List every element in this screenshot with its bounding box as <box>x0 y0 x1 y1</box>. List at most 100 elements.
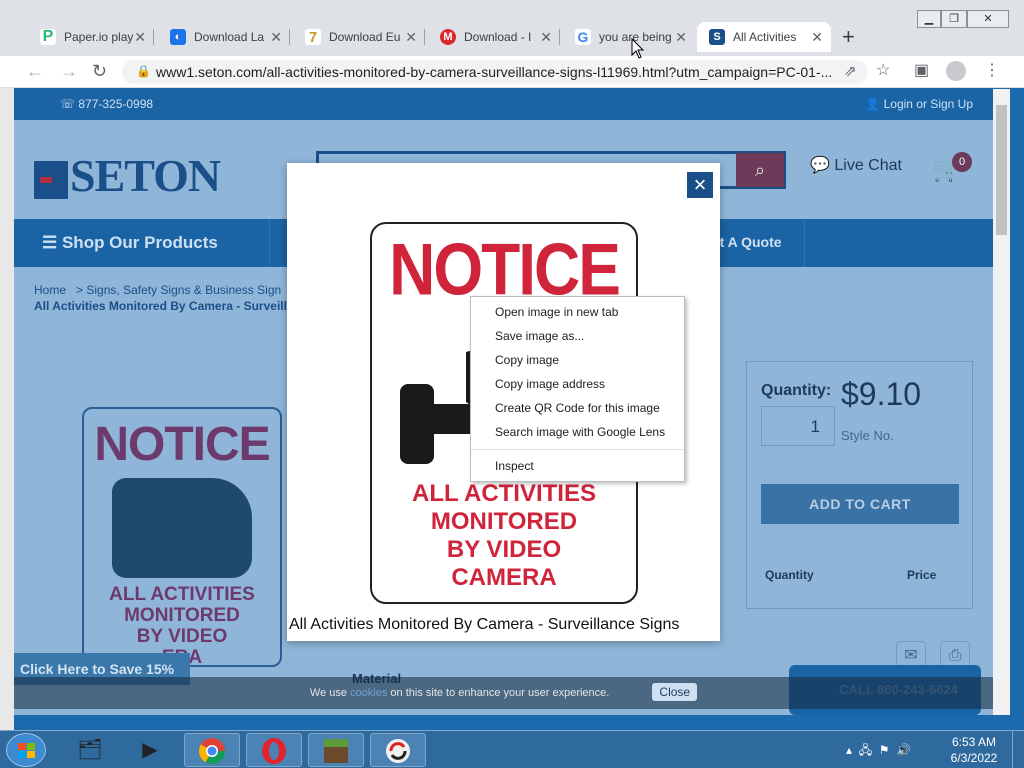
explorer-taskbar-icon[interactable]: 🗂 <box>62 733 118 767</box>
shop-products-menu[interactable]: ☰ Shop Our Products <box>42 233 218 253</box>
start-button[interactable] <box>6 733 46 767</box>
breadcrumb-current: All Activities Monitored By Camera - Sur… <box>34 299 287 313</box>
page-scrollbar[interactable] <box>993 89 1010 715</box>
chrome-icon <box>198 738 226 765</box>
table-header-price: Price <box>907 568 937 582</box>
clock-time: 6:53 AM <box>951 735 997 749</box>
purchase-panel: Quantity: $9.10 1 Style No. ADD TO CART … <box>746 361 973 609</box>
close-tab-icon[interactable]: ✕ <box>811 29 823 46</box>
menu-item-inspect[interactable]: Inspect <box>471 454 684 478</box>
quantity-label: Quantity: <box>761 382 832 399</box>
live-chat-label: Live Chat <box>834 157 902 174</box>
side-panel-icon[interactable]: ▣ <box>914 62 929 80</box>
search-icon: ⌕ <box>754 160 766 180</box>
forward-icon[interactable]: → <box>60 62 78 80</box>
close-tab-icon[interactable]: ✕ <box>134 29 146 46</box>
site-topbar: ☏ 877-325-0998 👤 Login or Sign Up <box>14 89 993 120</box>
media-player-taskbar-icon[interactable]: ▶ <box>122 733 178 767</box>
lightbox-close-button[interactable]: × <box>686 171 714 199</box>
tab-all-activities[interactable]: S All Activities ✕ <box>697 22 831 52</box>
live-chat-link[interactable]: 💬 Live Chat <box>810 155 902 175</box>
close-window-button[interactable]: ✕ <box>967 10 1009 28</box>
close-tab-icon[interactable]: ✕ <box>675 29 687 46</box>
breadcrumb-separator: > <box>76 283 84 297</box>
menu-kebab-icon[interactable]: ⋮ <box>984 62 1000 80</box>
search-button[interactable]: ⌕ <box>736 153 784 187</box>
menu-item-google-lens[interactable]: Search image with Google Lens <box>471 420 684 444</box>
logo-mark <box>34 161 68 200</box>
cookie-close-button[interactable]: Close <box>652 683 698 701</box>
product-image[interactable]: NOTICE ALL ACTIVITIES MONITORED BY VIDEO… <box>82 407 282 667</box>
cart-count-badge: 0 <box>952 152 972 172</box>
share-icon[interactable]: ⇗ <box>844 63 857 81</box>
chrome-taskbar-icon[interactable] <box>184 733 240 767</box>
close-tab-icon[interactable]: ✕ <box>270 29 282 46</box>
maximize-button[interactable]: ❐ <box>941 10 967 28</box>
product-notice-text: NOTICE <box>94 418 270 471</box>
windows-flag-icon <box>18 743 35 758</box>
tab-download-3[interactable]: M Download - I ✕ <box>428 22 560 52</box>
context-menu: Open image in new tab Save image as... C… <box>470 296 685 482</box>
phone-link[interactable]: ☏ 877-325-0998 <box>60 97 153 111</box>
show-desktop-button[interactable] <box>1012 731 1024 768</box>
tab-download-1[interactable]: ◐ Download La ✕ <box>158 22 290 52</box>
table-header-quantity: Quantity <box>765 568 814 582</box>
url-text[interactable]: www1.seton.com/all-activities-monitored-… <box>156 64 836 80</box>
close-tab-icon[interactable]: ✕ <box>540 29 552 46</box>
minimize-button[interactable]: ▁ <box>917 10 941 28</box>
new-tab-icon[interactable]: + <box>842 24 855 50</box>
style-number: Style No. <box>841 428 894 443</box>
breadcrumb-category[interactable]: Signs, Safety Signs & Business Sign <box>86 283 281 297</box>
reload-icon[interactable]: ↻ <box>92 62 107 80</box>
product-line: BY VIDEO <box>136 626 228 647</box>
tray-arrow-icon[interactable]: ▴ <box>846 743 852 757</box>
cookie-text: We use <box>309 687 347 699</box>
minecraft-taskbar-icon[interactable] <box>308 733 364 767</box>
browser-toolbar: ← → ↻ 🔒 www1.seton.com/all-activities-mo… <box>0 56 1024 88</box>
breadcrumb-home[interactable]: Home <box>34 283 66 297</box>
mega-icon: M <box>440 29 456 45</box>
nav-divider <box>269 219 270 267</box>
quantity-input[interactable]: 1 <box>761 406 835 446</box>
price-value: $9.10 <box>841 376 922 412</box>
menu-item-save-image[interactable]: Save image as... <box>471 324 684 348</box>
action-center-icon[interactable]: ⚑ <box>879 743 890 757</box>
chat-bubble-icon: 💬 <box>810 157 830 174</box>
shop-products-label: Shop Our Products <box>61 233 218 252</box>
cookie-link[interactable]: cookies <box>350 687 387 699</box>
cookie-text: on this site to enhance your user experi… <box>390 687 610 699</box>
back-icon[interactable]: ← <box>26 62 44 80</box>
menu-item-copy-image[interactable]: Copy image <box>471 348 684 372</box>
tab-title: Download Eu <box>329 30 401 44</box>
address-bar[interactable]: 🔒 www1.seton.com/all-activities-monitore… <box>122 60 868 84</box>
bookmark-star-icon[interactable]: ☆ <box>876 62 890 80</box>
sign-line: BY VIDEO <box>446 536 562 563</box>
opera-taskbar-icon[interactable] <box>246 733 302 767</box>
tab-paperio[interactable]: P Paper.io play ✕ <box>28 22 154 52</box>
tab-title: Download La <box>194 30 265 44</box>
menu-item-open-new-tab[interactable]: Open image in new tab <box>471 300 684 324</box>
profile-avatar[interactable] <box>946 61 966 81</box>
network-icon[interactable]: 🖧 <box>859 743 872 757</box>
menu-item-copy-image-address[interactable]: Copy image address <box>471 372 684 396</box>
tab-download-2[interactable]: 7 Download Eu ✕ <box>293 22 425 52</box>
breadcrumb: Home > Signs, Safety Signs & Business Si… <box>34 282 287 314</box>
logo-text: SETON <box>70 150 221 201</box>
sync-taskbar-icon[interactable] <box>370 733 426 767</box>
add-to-cart-button[interactable]: ADD TO CART <box>761 484 959 524</box>
taskbar-clock[interactable]: 6:53 AM 6/3/2022 <box>948 734 1000 766</box>
scrollbar-thumb[interactable] <box>996 105 1007 235</box>
system-tray: ▴ 🖧 ⚑ 🔊 <box>846 741 911 762</box>
opera-icon <box>262 738 286 764</box>
login-link[interactable]: 👤 Login or Sign Up <box>865 97 973 111</box>
lock-icon: 🔒 <box>136 64 151 78</box>
sign-line: ALL ACTIVITIES <box>411 480 596 507</box>
seton-logo[interactable]: SETON <box>34 149 221 202</box>
sign-line: CAMERA <box>451 564 557 591</box>
volume-icon[interactable]: 🔊 <box>896 743 911 757</box>
product-line: ALL ACTIVITIES <box>109 584 255 605</box>
close-tab-icon[interactable]: ✕ <box>405 29 417 46</box>
camera-icon <box>112 478 252 578</box>
tab-google[interactable]: G you are being ✕ <box>563 22 695 52</box>
menu-item-create-qr-code[interactable]: Create QR Code for this image <box>471 396 684 420</box>
